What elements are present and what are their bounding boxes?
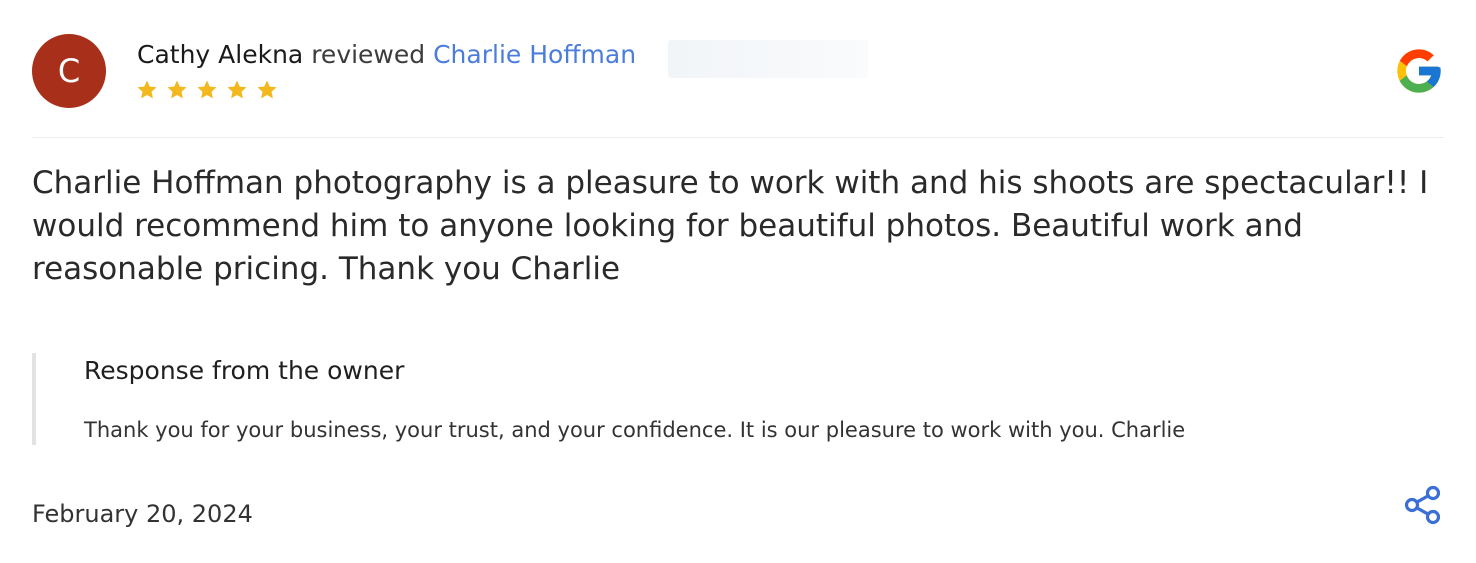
- star-rating: [135, 78, 279, 102]
- blurred-region: [668, 40, 868, 78]
- google-icon: [1397, 49, 1441, 93]
- star-icon: [197, 80, 217, 99]
- reviewed-label: reviewed: [311, 40, 426, 69]
- star-icon: [167, 80, 187, 99]
- owner-response: Response from the owner Thank you for yo…: [32, 353, 1460, 445]
- reviewer-name: Cathy Alekna: [137, 40, 304, 69]
- business-link[interactable]: Charlie Hoffman: [433, 40, 636, 69]
- header-divider: [32, 137, 1444, 138]
- reviewer-avatar: C: [32, 34, 106, 108]
- star-icon: [257, 80, 277, 99]
- avatar-letter: C: [57, 52, 81, 90]
- star-icon: [227, 80, 247, 99]
- review-text: Charlie Hoffman photography is a pleasur…: [32, 165, 1429, 287]
- review-date: February 20, 2024: [32, 500, 253, 528]
- star-icon: [137, 80, 157, 99]
- review-header: Cathy Alekna reviewed Charlie Hoffman: [137, 38, 636, 72]
- owner-response-text: Thank you for your business, your trust,…: [84, 418, 1186, 442]
- owner-response-title: Response from the owner: [84, 356, 405, 385]
- share-icon[interactable]: [1404, 485, 1442, 525]
